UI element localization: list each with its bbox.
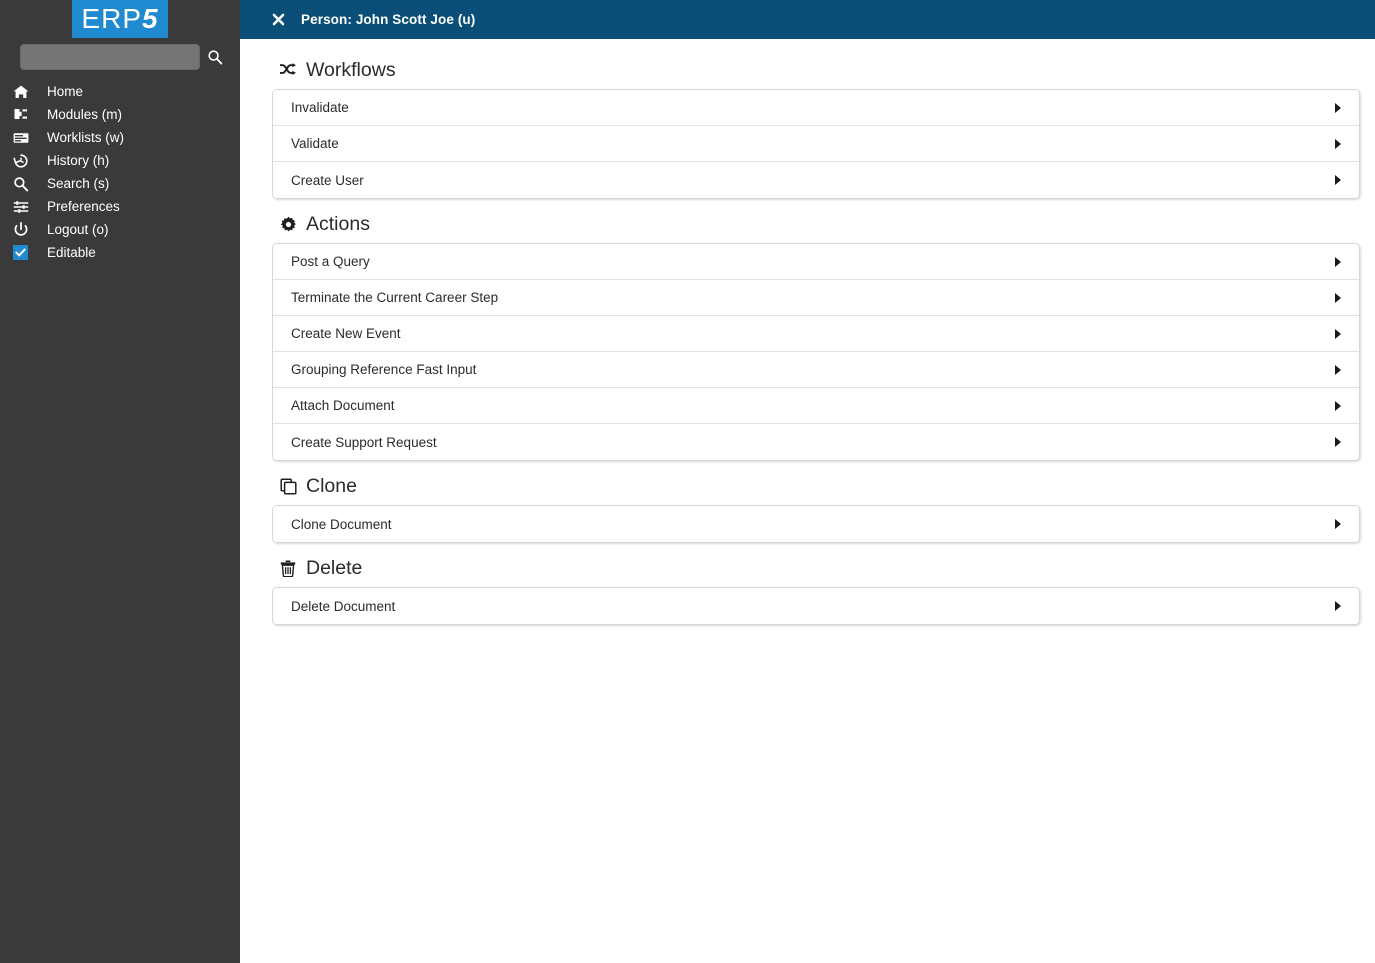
list-item-label: Validate xyxy=(291,136,339,151)
section-actions: Actions Post a Query Terminate the Curre… xyxy=(272,213,1360,461)
chevron-right-icon xyxy=(1335,328,1341,339)
sidebar-item-logout[interactable]: Logout (o) xyxy=(0,218,240,241)
workflow-action-list: Invalidate Validate Create User xyxy=(272,89,1360,199)
list-item-label: Post a Query xyxy=(291,254,370,269)
chevron-right-icon xyxy=(1335,519,1341,529)
page-title: Person: John Scott Joe (u) xyxy=(301,12,476,27)
chevron-right-icon xyxy=(1335,175,1341,185)
sidebar-item-modules[interactable]: Modules (m) xyxy=(0,103,240,126)
sidebar-search-row xyxy=(0,38,240,76)
history-clock-icon xyxy=(13,153,35,169)
section-workflows: Workflows Invalidate Validate Create Use… xyxy=(272,59,1360,199)
list-item[interactable]: Post a Query xyxy=(273,244,1359,280)
clone-list: Clone Document xyxy=(272,505,1360,543)
section-header: Workflows xyxy=(272,59,1360,81)
chevron-right-icon xyxy=(1335,102,1341,113)
logo-accent: 5 xyxy=(142,3,159,34)
list-item-label: Invalidate xyxy=(291,100,349,115)
list-item[interactable]: Clone Document xyxy=(273,506,1359,542)
gear-icon xyxy=(278,214,298,234)
section-title: Workflows xyxy=(306,59,396,81)
list-item-label: Clone Document xyxy=(291,516,392,532)
home-icon xyxy=(13,84,35,100)
list-item[interactable]: Create New Event xyxy=(273,316,1359,352)
checkbox-checked-icon[interactable] xyxy=(13,245,35,260)
logo-container: ERP 5 xyxy=(0,0,240,38)
section-delete: Delete Delete Document xyxy=(272,557,1360,625)
modules-puzzle-icon xyxy=(13,107,35,123)
erp5-logo[interactable]: ERP 5 xyxy=(72,0,168,38)
topbar: Person: John Scott Joe (u) xyxy=(240,0,1375,39)
chevron-right-icon xyxy=(1335,292,1341,303)
sidebar-item-label: Preferences xyxy=(47,199,120,214)
list-item-label: Terminate the Current Career Step xyxy=(291,290,499,305)
sliders-icon xyxy=(13,199,35,215)
list-item-label: Grouping Reference Fast Input xyxy=(291,362,477,377)
section-header: Delete xyxy=(272,557,1360,579)
close-icon[interactable] xyxy=(272,13,285,26)
sidebar-item-label: Worklists (w) xyxy=(47,130,124,145)
list-item[interactable]: Terminate the Current Career Step xyxy=(273,280,1359,316)
list-item-label: Create User xyxy=(291,172,364,188)
sidebar-item-editable[interactable]: Editable xyxy=(0,241,240,264)
sidebar-item-preferences[interactable]: Preferences xyxy=(0,195,240,218)
search-icon xyxy=(13,176,35,192)
sidebar-item-label: History (h) xyxy=(47,153,110,168)
sidebar: ERP 5 Home Modules (m) Worklists (w) His… xyxy=(0,0,240,963)
section-header: Clone xyxy=(272,475,1360,497)
chevron-right-icon xyxy=(1335,364,1341,375)
list-item[interactable]: Create Support Request xyxy=(273,424,1359,460)
sidebar-item-label: Editable xyxy=(47,245,96,260)
sidebar-item-home[interactable]: Home xyxy=(0,80,240,103)
list-item-label: Create Support Request xyxy=(291,434,437,450)
trash-icon xyxy=(278,558,298,578)
search-submit-button[interactable] xyxy=(206,48,224,66)
search-icon xyxy=(208,50,223,65)
chevron-right-icon xyxy=(1335,256,1341,267)
sidebar-item-search[interactable]: Search (s) xyxy=(0,172,240,195)
delete-list: Delete Document xyxy=(272,587,1360,625)
list-item[interactable]: Create User xyxy=(273,162,1359,198)
content-area: Workflows Invalidate Validate Create Use… xyxy=(240,39,1375,625)
section-title: Clone xyxy=(306,475,357,497)
list-item-label: Create New Event xyxy=(291,326,401,341)
chevron-right-icon xyxy=(1335,437,1341,447)
action-list: Post a Query Terminate the Current Caree… xyxy=(272,243,1360,461)
list-item-label: Delete Document xyxy=(291,598,396,614)
list-item-label: Attach Document xyxy=(291,398,395,413)
sidebar-item-label: Home xyxy=(47,84,84,99)
section-clone: Clone Clone Document xyxy=(272,475,1360,543)
search-input[interactable] xyxy=(20,44,200,70)
list-item[interactable]: Attach Document xyxy=(273,388,1359,424)
sidebar-item-worklists[interactable]: Worklists (w) xyxy=(0,126,240,149)
sidebar-nav: Home Modules (m) Worklists (w) History (… xyxy=(0,80,240,264)
section-header: Actions xyxy=(272,213,1360,235)
chevron-right-icon xyxy=(1335,400,1341,411)
section-title: Delete xyxy=(306,557,363,579)
copy-icon xyxy=(278,476,298,496)
worklists-list-icon xyxy=(13,130,35,146)
list-item[interactable]: Validate xyxy=(273,126,1359,162)
sidebar-item-history[interactable]: History (h) xyxy=(0,149,240,172)
main-area: Person: John Scott Joe (u) Workflows Inv… xyxy=(240,0,1375,963)
list-item[interactable]: Delete Document xyxy=(273,588,1359,624)
list-item[interactable]: Grouping Reference Fast Input xyxy=(273,352,1359,388)
shuffle-icon xyxy=(278,60,298,80)
chevron-right-icon xyxy=(1335,601,1341,611)
sidebar-item-label: Search (s) xyxy=(47,176,110,191)
section-title: Actions xyxy=(306,213,370,235)
power-icon xyxy=(13,221,35,238)
logo-text: ERP xyxy=(81,3,142,34)
chevron-right-icon xyxy=(1335,138,1341,149)
list-item[interactable]: Invalidate xyxy=(273,90,1359,126)
app-root: ERP 5 Home Modules (m) Worklists (w) His… xyxy=(0,0,1375,963)
sidebar-item-label: Logout (o) xyxy=(47,222,109,237)
sidebar-item-label: Modules (m) xyxy=(47,107,123,122)
